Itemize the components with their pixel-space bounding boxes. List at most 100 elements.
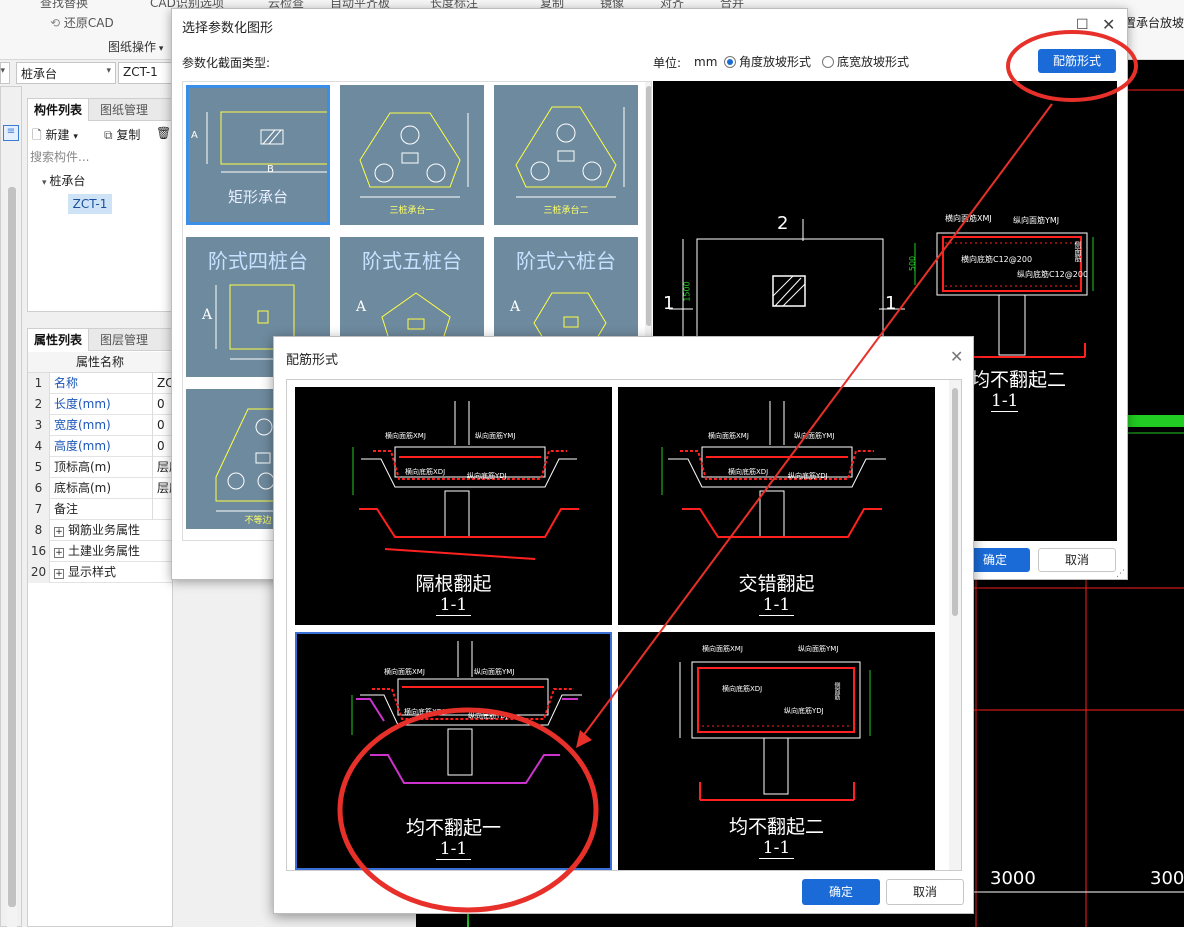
property-row[interactable]: 7 备注 — [28, 499, 172, 520]
copy-component-button[interactable]: ⧉ 复制 — [104, 126, 140, 143]
radio-angle-slope[interactable]: 角度放坡形式 — [724, 53, 811, 70]
expand-plus-icon[interactable]: + — [54, 548, 64, 558]
rebar-note: 横向面筋XMJ — [385, 432, 426, 440]
shape-thumb-rect[interactable]: A B 矩形承台 — [186, 85, 330, 225]
resize-grip-icon[interactable]: ⋰ — [1116, 569, 1125, 579]
rebar-option-section: 1-1 — [295, 595, 612, 616]
property-name-text: 宽度(mm) — [54, 418, 111, 432]
thumbnail-scrollbar-thumb[interactable] — [646, 86, 651, 326]
restore-cad-button[interactable]: ⟲ 还原CAD — [50, 14, 114, 31]
component-instance-select[interactable]: ZCT-1 — [118, 62, 178, 84]
property-name: 底标高(m) — [54, 478, 111, 499]
property-row-number: 8 — [28, 520, 50, 541]
component-search-input[interactable]: 搜索构件... — [30, 148, 89, 165]
dialog2-cancel-button[interactable]: 取消 — [886, 879, 964, 905]
find-replace-button[interactable]: 查找替换 — [40, 0, 88, 11]
left-scrollbar-thumb[interactable] — [8, 187, 16, 907]
dimension-label: 1500 — [682, 281, 692, 302]
property-row[interactable]: 6 底标高(m) 层底 — [28, 478, 181, 499]
dimension-label: 3000 — [990, 868, 1036, 889]
new-component-button[interactable]: 🗋 新建 ▾ — [32, 126, 78, 147]
rebar-option-no-bend-2[interactable]: 横向面筋XMJ 纵向面筋YMJ 横向底筋XDJ 纵向底筋YDJ 侧面筋 均不翻起… — [618, 632, 935, 870]
shape-thumb-three-pile-2[interactable]: 三桩承台二 — [494, 85, 638, 225]
close-icon[interactable]: ✕ — [1102, 15, 1115, 34]
property-table-header: 属性名称 — [28, 352, 172, 373]
dim-letter: A — [191, 130, 198, 141]
close-icon[interactable]: ✕ — [950, 347, 963, 366]
dialog1-cancel-button[interactable]: 取消 — [1038, 548, 1116, 572]
property-row-number: 16 — [28, 541, 50, 562]
rebar-note: 纵向面筋YMJ — [474, 668, 515, 676]
property-row-number: 2 — [28, 394, 50, 415]
rebar-option-section: 1-1 — [296, 839, 611, 860]
property-row[interactable]: 4 高度(mm) 0 — [28, 436, 172, 457]
property-row[interactable]: 5 顶标高(m) 层底 — [28, 457, 181, 478]
expand-plus-icon[interactable]: + — [54, 527, 64, 537]
rebar-grid-scrollbar[interactable] — [949, 380, 961, 870]
preview-section: 1-1 — [991, 391, 1019, 412]
list-view-icon[interactable]: ≡ — [3, 125, 19, 141]
property-name-text: 土建业务属性 — [68, 544, 141, 558]
tree-node-pile-cap[interactable]: ▾ 桩承台 — [42, 172, 85, 189]
dimension-label: 500 — [908, 255, 918, 272]
tab-drawing-management[interactable]: 图纸管理 — [94, 99, 154, 121]
rebar-note: 横向底筋C12@200 — [961, 255, 1033, 264]
component-selectors: ▾ 桩承台 ▾ ZCT-1 — [0, 60, 200, 86]
rebar-option-no-bend-1[interactable]: 横向面筋XMJ 纵向面筋YMJ 横向底筋XDJ 纵向底筋YDJ 均不翻起一 1-… — [295, 632, 612, 870]
property-row[interactable]: 2 长度(mm) 0 — [28, 394, 172, 415]
rebar-option-name: 隔根翻起 — [415, 573, 492, 595]
radio-width-slope[interactable]: 底宽放坡形式 — [822, 53, 909, 70]
rebar-option-staggered-bend[interactable]: 横向面筋XMJ 纵向面筋YMJ 横向底筋XDJ 纵向底筋YDJ 交错翻起 1-1 — [618, 387, 935, 625]
component-list-panel: 构件列表 图纸管理 🗋 新建 ▾ ⧉ 复制 🗑 搜索构件... ▾ 桩承台 ZC… — [27, 98, 173, 312]
property-panel: 属性列表 图层管理 属性名称 1 名称 ZCT 2 长度(mm) 0 3 宽度(mm) 0 4 高度… — [27, 328, 181, 927]
property-name-header: 属性名称 — [76, 355, 125, 369]
left-scrollbar[interactable] — [7, 187, 17, 927]
property-name: + 显示样式 — [54, 562, 116, 583]
property-name-text: 顶标高(m) — [54, 460, 112, 474]
rebar-note: 横向面筋XMJ — [702, 645, 743, 653]
tree-item-zct-1[interactable]: ZCT-1 — [68, 194, 112, 214]
tab-property-list[interactable]: 属性列表 — [28, 329, 90, 351]
dimension-label: 300 — [1150, 868, 1184, 889]
property-name: + 土建业务属性 — [54, 541, 140, 562]
property-name: 宽度(mm) — [54, 415, 111, 436]
rebar-note: 纵向面筋YMJ — [798, 645, 839, 653]
property-row-number: 7 — [28, 499, 50, 520]
component-type-select[interactable]: 桩承台 ▾ — [16, 62, 116, 84]
property-row[interactable]: 16 + 土建业务属性 — [28, 541, 172, 562]
rebar-option-section: 1-1 — [618, 838, 935, 859]
rebar-grid-scrollbar-thumb[interactable] — [952, 388, 958, 616]
property-name-text: 底标高(m) — [54, 481, 112, 495]
rebar-note: 纵向面筋YMJ — [475, 432, 516, 440]
property-name: 高度(mm) — [54, 436, 111, 457]
radio-selected-icon — [724, 56, 736, 68]
unit-value: mm — [694, 55, 718, 69]
rebar-option-alternate-bend[interactable]: 横向面筋XMJ 纵向面筋YMJ 横向底筋XDJ 纵向底筋YDJ 隔根翻起 1-1 — [295, 387, 612, 625]
rebar-note: 横向底筋XDJ — [722, 685, 763, 693]
dim-letter: A — [510, 299, 521, 315]
floor-select[interactable]: ▾ — [0, 62, 10, 84]
tab-layer-management[interactable]: 图层管理 — [94, 329, 154, 351]
shape-thumb-label: 三桩承台二 — [543, 206, 589, 216]
property-row[interactable]: 3 宽度(mm) 0 — [28, 415, 172, 436]
rebar-note: 横向底筋XDJ — [728, 468, 769, 476]
chevron-down-icon: ▾ — [106, 66, 111, 76]
dim-letter: B — [267, 164, 274, 175]
tab-component-list[interactable]: 构件列表 — [28, 99, 90, 121]
property-row[interactable]: 1 名称 ZCT — [28, 373, 181, 394]
property-name-text: 显示样式 — [68, 565, 117, 579]
property-name: + 钢筋业务属性 — [54, 520, 140, 541]
copy-icon: ⧉ — [104, 128, 113, 142]
dialog2-ok-button[interactable]: 确定 — [802, 879, 880, 905]
drawing-ops-group-label[interactable]: 图纸操作 ▾ — [108, 38, 163, 55]
property-name-text: 备注 — [54, 502, 79, 516]
maximize-icon[interactable]: ☐ — [1076, 17, 1089, 33]
shape-thumb-three-pile-1[interactable]: 三桩承台一 — [340, 85, 484, 225]
delete-icon[interactable]: 🗑 — [156, 126, 171, 140]
rebar-form-button[interactable]: 配筋形式 — [1038, 49, 1116, 73]
property-row[interactable]: 20 + 显示样式 — [28, 562, 172, 583]
property-row[interactable]: 8 + 钢筋业务属性 — [28, 520, 172, 541]
expand-plus-icon[interactable]: + — [54, 569, 64, 579]
rebar-option-name: 均不翻起一 — [405, 817, 501, 839]
property-name: 名称 — [54, 373, 78, 394]
